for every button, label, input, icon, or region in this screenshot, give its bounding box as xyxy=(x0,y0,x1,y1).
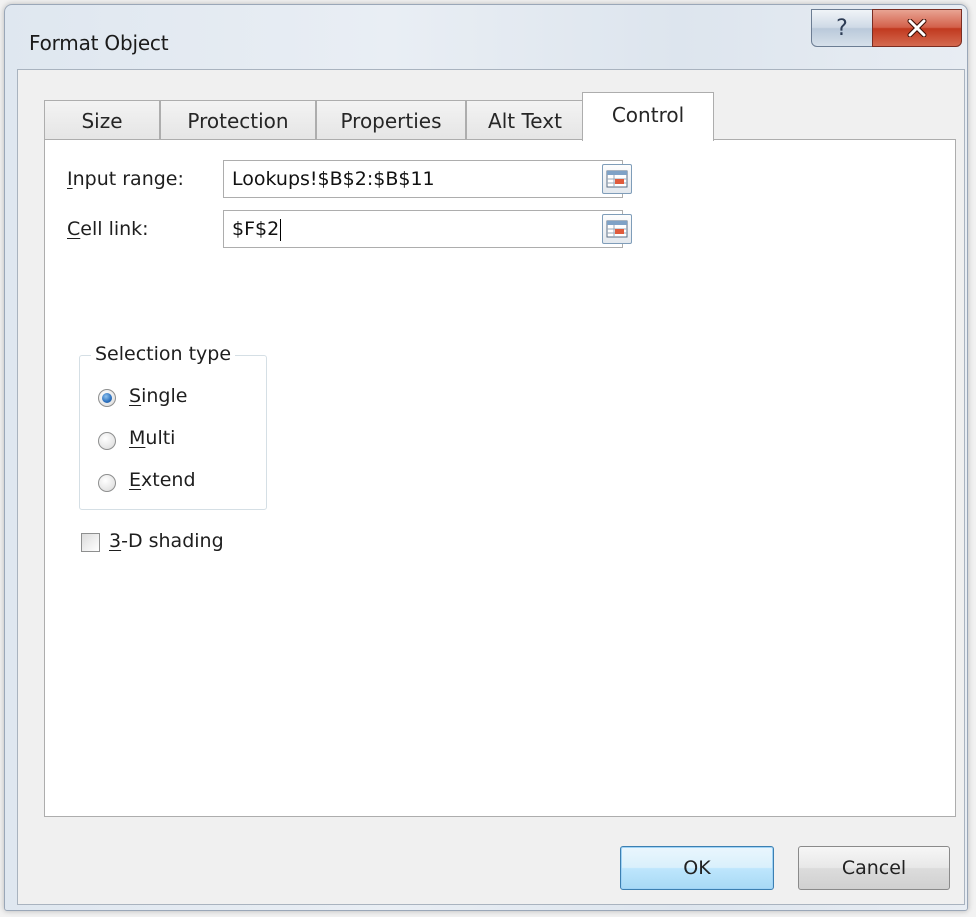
input-range-field[interactable]: Lookups!$B$2:$B$11 xyxy=(223,160,623,198)
tab-size[interactable]: Size xyxy=(44,100,160,140)
single-radio-label[interactable]: Single xyxy=(129,385,187,407)
tab-alt-text[interactable]: Alt Text xyxy=(466,100,584,140)
3d-shading-checkbox[interactable] xyxy=(81,533,100,552)
extend-radio-label[interactable]: Extend xyxy=(129,469,196,491)
help-button[interactable]: ? xyxy=(811,9,873,47)
cancel-button[interactable]: Cancel xyxy=(798,846,950,890)
dialog-title: Format Object xyxy=(29,31,169,55)
format-object-dialog: Format Object ? Size Protection Properti… xyxy=(4,4,968,911)
ok-button[interactable]: OK xyxy=(620,846,774,890)
close-button[interactable] xyxy=(872,9,962,47)
tab-protection[interactable]: Protection xyxy=(160,100,316,140)
tab-control[interactable]: Control xyxy=(582,92,714,141)
text-caret xyxy=(280,218,282,241)
help-icon: ? xyxy=(836,15,848,41)
multi-radio[interactable] xyxy=(98,432,116,450)
cell-link-field[interactable]: $F$2 xyxy=(223,210,623,248)
range-picker-icon xyxy=(606,170,628,188)
input-range-collapse-button[interactable] xyxy=(602,164,632,194)
multi-radio-label[interactable]: Multi xyxy=(129,427,175,449)
single-radio[interactable] xyxy=(98,389,116,407)
cell-link-label: Cell link: xyxy=(67,218,149,240)
dialog-client-area: Size Protection Properties Alt Text Cont… xyxy=(17,69,965,905)
control-tab-panel: Input range: Lookups!$B$2:$B$11 Cell lin… xyxy=(44,139,956,817)
range-picker-icon xyxy=(606,220,628,238)
selection-type-title: Selection type xyxy=(91,343,236,365)
cell-link-collapse-button[interactable] xyxy=(602,214,632,244)
close-icon xyxy=(907,19,927,37)
3d-shading-label[interactable]: 3-D shading xyxy=(109,530,224,552)
extend-radio[interactable] xyxy=(98,474,116,492)
input-range-label: Input range: xyxy=(67,168,184,190)
tab-properties[interactable]: Properties xyxy=(316,100,466,140)
